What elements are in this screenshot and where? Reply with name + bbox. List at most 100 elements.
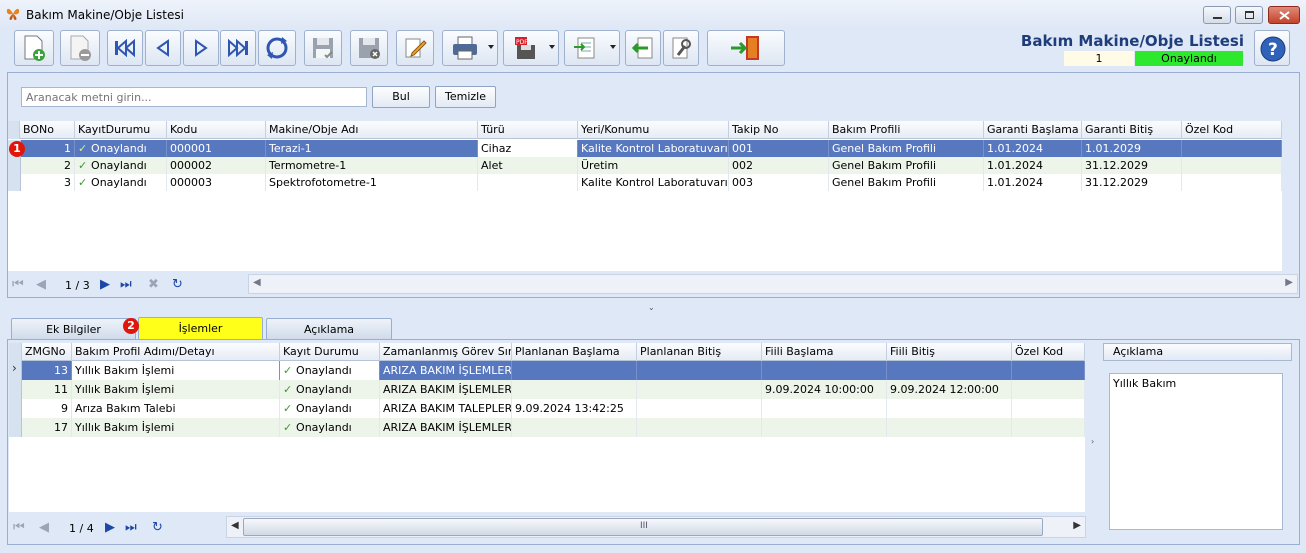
column-header-record-status[interactable]: Kayıt Durumu (280, 343, 380, 361)
edit-button[interactable] (396, 30, 434, 66)
export-pdf-button[interactable]: PDF (503, 30, 559, 66)
row-indicator[interactable] (9, 418, 22, 437)
column-header-actual-end[interactable]: Fiili Bitiş (887, 343, 1012, 361)
next-page-icon[interactable]: ▶ (105, 520, 115, 535)
refresh-button[interactable] (258, 30, 296, 66)
first-page-icon[interactable]: ⏮ (12, 277, 24, 292)
table-row[interactable]: 9 Arıza Bakım Talebi ✓ Onaylandı ARIZA BAKI… (9, 399, 1085, 418)
refresh-icon[interactable]: ↻ (172, 277, 183, 292)
last-page-icon[interactable]: ⏭ (125, 520, 137, 535)
table-row[interactable]: 2 ✓ Onaylandı 000002 Termometre-1 Alet Üretim… (8, 157, 1282, 174)
table-row[interactable]: 17 Yıllık Bakım İşlemi ✓ Onaylandı ARIZA BA… (9, 418, 1085, 437)
tab-aciklama[interactable]: Açıklama (266, 318, 392, 340)
column-header-profile[interactable]: Bakım Profili (829, 121, 984, 139)
last-record-button[interactable] (220, 30, 256, 66)
column-header-code[interactable]: Kodu (167, 121, 266, 139)
column-header-planned-start[interactable]: Planlanan Başlama (512, 343, 637, 361)
horizontal-scrollbar[interactable]: ◀ ▶ (248, 274, 1298, 294)
last-icon (228, 38, 248, 58)
refresh-icon[interactable]: ↻ (152, 520, 163, 535)
column-header-tracking[interactable]: Takip No (729, 121, 829, 139)
column-header-special-code[interactable]: Özel Kod (1012, 343, 1085, 361)
column-header-warranty-start[interactable]: Garanti Başlama (984, 121, 1082, 139)
column-header-planned-end[interactable]: Planlanan Bitiş (637, 343, 762, 361)
table-cell: 9 (22, 399, 72, 418)
detail-horizontal-scrollbar[interactable]: ◀ III ▶ (226, 516, 1086, 538)
column-header-step[interactable]: Bakım Profil Adımı/Detayı (72, 343, 280, 361)
maximize-button[interactable] (1235, 6, 1263, 24)
row-indicator[interactable] (9, 380, 22, 399)
import-button[interactable] (564, 30, 620, 66)
table-row[interactable]: › 13 Yıllık Bakım İşlemi ✓ Onaylandı ARIZA B… (9, 361, 1085, 380)
step-badge-1: 1 (9, 141, 25, 157)
table-cell: ARIZA BAKIM İŞLEMLERİ (380, 380, 512, 399)
delete-record-button[interactable] (60, 30, 100, 66)
column-header-location[interactable]: Yeri/Konumu (578, 121, 729, 139)
row-indicator[interactable] (9, 399, 22, 418)
table-row[interactable]: 11 Yıllık Bakım İşlemi ✓ Onaylandı ARIZA BA… (9, 380, 1085, 399)
exit-button[interactable] (707, 30, 785, 66)
column-header-special[interactable]: Özel Kod (1182, 121, 1282, 139)
previous-page-icon[interactable]: ◀ (39, 520, 49, 535)
previous-record-button[interactable] (145, 30, 181, 66)
previous-icon (156, 39, 169, 57)
table-cell: Genel Bakım Profili (829, 140, 984, 157)
tab-ek-bilgiler[interactable]: Ek Bilgiler (11, 318, 136, 340)
next-record-button[interactable] (183, 30, 219, 66)
search-input[interactable] (21, 87, 367, 107)
table-cell: Kalite Kontrol Laboratuvarı (578, 140, 729, 157)
back-button[interactable] (625, 30, 661, 66)
check-icon: ✓ (283, 364, 297, 377)
column-header-status[interactable]: KayıtDurumu (75, 121, 167, 139)
column-header-bono[interactable]: BONo (20, 121, 75, 139)
minimize-button[interactable] (1203, 6, 1231, 24)
row-indicator[interactable]: › (9, 361, 22, 380)
column-header-name[interactable]: Makine/Obje Adı (266, 121, 478, 139)
table-row[interactable]: 3 ✓ Onaylandı 000003 Spektrofotometre-1 Kali… (8, 174, 1282, 191)
first-page-icon[interactable]: ⏮ (13, 520, 25, 535)
scroll-thumb[interactable]: III (243, 518, 1043, 536)
splitter-handle[interactable]: › (1091, 437, 1094, 446)
grid-header: ZMGNo Bakım Profil Adımı/Detayı Kayıt Du… (9, 343, 1085, 361)
cancel-icon[interactable]: ✖ (148, 277, 159, 292)
scroll-right-icon[interactable]: ▶ (1285, 277, 1293, 288)
save-button[interactable] (304, 30, 342, 66)
find-button[interactable]: Bul (372, 86, 430, 108)
table-cell (1012, 418, 1085, 437)
scroll-right-icon[interactable]: ▶ (1073, 520, 1081, 531)
column-header-zmgno[interactable]: ZMGNo (22, 343, 72, 361)
column-header-warranty-end[interactable]: Garanti Bitiş (1082, 121, 1182, 139)
splitter-handle[interactable]: ⌄ (648, 303, 655, 312)
table-row[interactable]: 1 ✓ Onaylandı 000001 Terazi-1 Cihaz Kalite Ko… (8, 140, 1282, 157)
table-cell: ✓ Onaylandı (280, 399, 380, 418)
first-record-button[interactable] (107, 30, 143, 66)
cancel-save-button[interactable] (350, 30, 388, 66)
status-text: Onaylandı (296, 364, 352, 377)
check-icon: ✓ (283, 421, 297, 434)
settings-button[interactable] (663, 30, 699, 66)
column-header-type[interactable]: Türü (478, 121, 578, 139)
table-cell: Genel Bakım Profili (829, 157, 984, 174)
table-cell: ARIZA BAKIM İŞLEMLERİ (380, 418, 512, 437)
table-cell: Arıza Bakım Talebi (72, 399, 280, 418)
tab-islemler[interactable]: İşlemler (138, 317, 263, 340)
next-page-icon[interactable]: ▶ (100, 277, 110, 292)
header-indicator (9, 343, 22, 361)
scroll-grip: III (640, 521, 648, 531)
previous-page-icon[interactable]: ◀ (36, 277, 46, 292)
column-header-actual-start[interactable]: Fiili Başlama (762, 343, 887, 361)
table-cell: 1.01.2024 (984, 174, 1082, 191)
clear-button[interactable]: Temizle (435, 86, 496, 108)
close-button[interactable] (1268, 6, 1300, 24)
print-button[interactable] (442, 30, 498, 66)
description-text[interactable]: Yıllık Bakım (1109, 373, 1283, 530)
scroll-left-icon[interactable]: ◀ (231, 520, 239, 531)
column-header-task-class[interactable]: Zamanlanmış Görev Sınıfı (380, 343, 512, 361)
scroll-left-icon[interactable]: ◀ (253, 277, 261, 288)
new-record-button[interactable] (14, 30, 54, 66)
last-page-icon[interactable]: ⏭ (120, 277, 132, 292)
help-button[interactable]: ? (1254, 30, 1290, 66)
table-cell (762, 399, 887, 418)
machine-list-grid: BONo KayıtDurumu Kodu Makine/Obje Adı Tü… (8, 121, 1282, 271)
table-cell: 1.01.2024 (984, 140, 1082, 157)
